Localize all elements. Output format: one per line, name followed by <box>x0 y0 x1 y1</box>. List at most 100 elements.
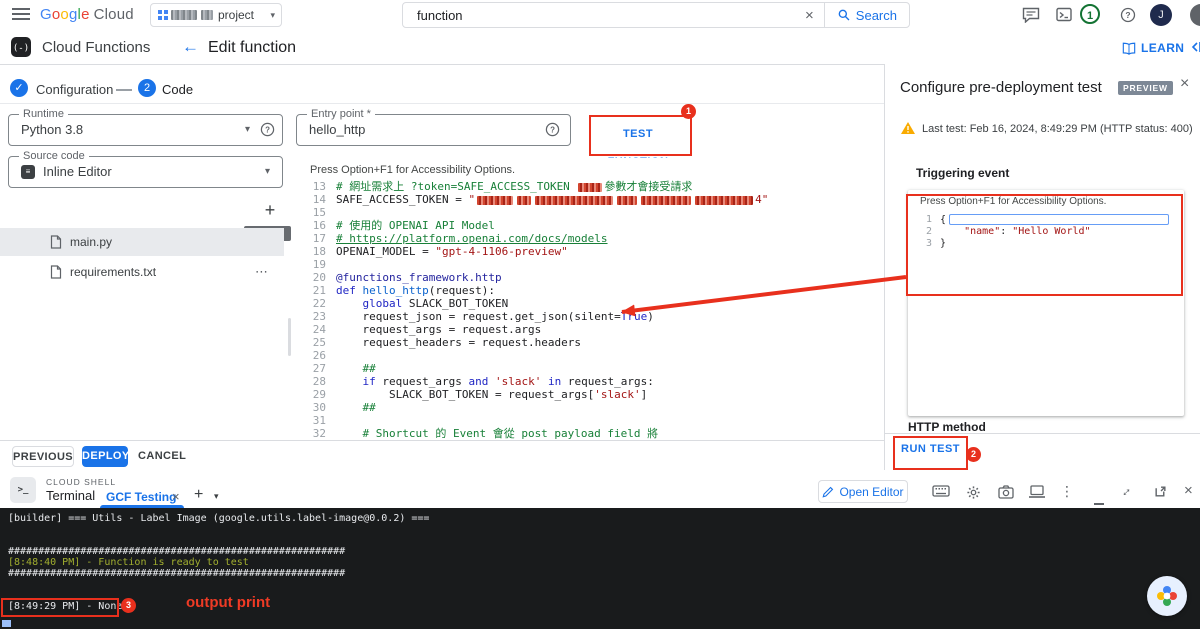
runtime-help-icon[interactable]: ? <box>260 122 275 137</box>
entry-point-help-icon[interactable]: ? <box>545 122 560 137</box>
avatar[interactable]: J <box>1150 4 1172 26</box>
entry-point-value[interactable]: hello_http <box>309 115 365 145</box>
camera-icon[interactable] <box>998 485 1014 499</box>
laptop-icon[interactable] <box>1028 485 1046 498</box>
step2-label[interactable]: Code <box>162 82 193 97</box>
line-number: 20 <box>302 271 326 284</box>
help-icon[interactable]: ? <box>1120 7 1136 23</box>
project-selector[interactable]: project ▾ <box>150 3 282 27</box>
step1-check-icon: ✓ <box>10 79 28 97</box>
editor-cursor-box <box>949 214 1169 225</box>
more-vertical-icon[interactable]: ⋮ <box>1060 483 1074 500</box>
code-line[interactable]: 26 <box>302 349 768 362</box>
file-item-requirements-txt[interactable]: requirements.txt ⋯ <box>0 258 284 286</box>
file-item-main-py[interactable]: main.py <box>0 228 284 256</box>
entry-point-input[interactable]: Entry point * hello_http ? <box>296 114 571 146</box>
panel-collapse-icon[interactable] <box>1190 41 1200 53</box>
code-line[interactable]: 30 ## <box>302 401 768 414</box>
code-line[interactable]: 1{ <box>914 214 1169 226</box>
step1-label[interactable]: Configuration <box>36 82 113 97</box>
code-line[interactable]: 18OPENAI_MODEL = "gpt-4-1106-preview" <box>302 245 768 258</box>
code-line[interactable]: 28 if request_args and 'slack' in reques… <box>302 375 768 388</box>
terminal-line: [8:49:29 PM] - None <box>8 601 1192 612</box>
search-input[interactable]: function <box>417 8 795 23</box>
chevron-down-icon: ▾ <box>270 10 275 21</box>
terminal-output: [builder] === Utils - Label Image (googl… <box>8 513 1192 612</box>
code-line[interactable]: 17# https://platform.openai.com/docs/mod… <box>302 232 768 245</box>
avatar-secondary[interactable] <box>1190 4 1200 26</box>
code-line[interactable]: 20@functions_framework.http <box>302 271 768 284</box>
close-icon[interactable]: × <box>1180 75 1189 93</box>
tab-close-icon[interactable]: × <box>172 489 180 504</box>
chat-icon[interactable] <box>1022 7 1040 23</box>
chevron-down-icon: ▾ <box>265 157 270 187</box>
run-test-button[interactable]: RUN TEST <box>901 443 960 455</box>
product-name[interactable]: Cloud Functions <box>42 39 150 56</box>
code-line[interactable]: 29 SLACK_BOT_TOKEN = request_args['slack… <box>302 388 768 401</box>
cloud-shell-eyebrow: CLOUD SHELL <box>46 477 116 487</box>
code-editor[interactable]: Press Option+F1 for Accessibility Option… <box>296 158 884 440</box>
code-line[interactable]: 22 global SLACK_BOT_TOKEN <box>302 297 768 310</box>
search-bar[interactable]: function × Search <box>402 2 910 28</box>
line-number: 18 <box>302 245 326 258</box>
expand-icon[interactable]: ↕ <box>1124 483 1131 501</box>
tab-menu-icon[interactable]: ▾ <box>214 491 219 502</box>
learn-link[interactable]: LEARN <box>1122 41 1184 55</box>
gear-icon[interactable] <box>966 485 981 500</box>
code-line[interactable]: 15 <box>302 206 768 219</box>
scrollbar-thumb[interactable] <box>288 318 291 356</box>
code-line[interactable]: 21def hello_http(request): <box>302 284 768 297</box>
pencil-icon <box>822 486 834 498</box>
footer-action-bar: PREVIOUS DEPLOY CANCEL <box>0 440 884 470</box>
redacted-code <box>641 196 691 205</box>
deploy-button[interactable]: DEPLOY <box>82 446 128 467</box>
terminal-tab[interactable]: GCF Testing <box>106 490 176 504</box>
redacted-code <box>617 196 637 205</box>
stepper-connector <box>116 89 132 91</box>
code-line[interactable]: 14SAFE_ACCESS_TOKEN = "4" <box>302 193 768 206</box>
clear-search-icon[interactable]: × <box>795 7 824 24</box>
code-line[interactable]: 3} <box>914 238 1169 250</box>
runtime-select[interactable]: Runtime Python 3.8 ▾ ? <box>8 114 283 146</box>
test-function-button[interactable]: TEST FUNCTION <box>596 120 680 148</box>
back-arrow-icon[interactable]: ← <box>182 37 199 57</box>
cloud-logo-word: Cloud <box>94 6 134 23</box>
chevron-down-icon: ▾ <box>245 115 250 145</box>
code-line[interactable]: 31 <box>302 414 768 427</box>
code-line[interactable]: 27 ## <box>302 362 768 375</box>
code-line[interactable]: 25 request_headers = request.headers <box>302 336 768 349</box>
add-tab-button[interactable]: + <box>194 486 203 504</box>
code-line[interactable]: 24 request_args = request.args <box>302 323 768 336</box>
close-icon[interactable]: × <box>1184 482 1193 499</box>
code-lines: 13# 網址需求上 ?token=SAFE_ACCESS_TOKEN 參數才會接… <box>302 180 768 440</box>
assistant-sparkle-button[interactable] <box>1147 576 1187 616</box>
google-cloud-logo[interactable]: GoogleCloud <box>40 6 134 23</box>
code-line[interactable]: 2 "name": "Hello World" <box>914 226 1169 238</box>
search-button[interactable]: Search <box>824 3 909 27</box>
open-in-new-icon[interactable] <box>1154 485 1167 498</box>
accessibility-hint: Press Option+F1 for Accessibility Option… <box>310 164 515 176</box>
line-number: 2 <box>914 226 932 238</box>
terminal[interactable]: [builder] === Utils - Label Image (googl… <box>0 508 1200 629</box>
code-line[interactable]: 13# 網址需求上 ?token=SAFE_ACCESS_TOKEN 參數才會接… <box>302 180 768 193</box>
source-code-select[interactable]: Source code ≡ Inline Editor ▾ <box>8 156 283 188</box>
line-number: 21 <box>302 284 326 297</box>
open-editor-button[interactable]: Open Editor <box>818 480 908 503</box>
code-line[interactable]: 19 <box>302 258 768 271</box>
screen: GoogleCloud project ▾ function × Search … <box>0 0 1200 629</box>
triggering-event-editor[interactable]: Press Option+F1 for Accessibility Option… <box>908 190 1184 416</box>
cancel-button[interactable]: CANCEL <box>138 450 186 462</box>
code-line[interactable]: 16# 使用的 OPENAI API Model <box>302 219 768 232</box>
redacted-code <box>535 196 613 205</box>
keyboard-icon[interactable] <box>932 485 950 497</box>
terminal-line: [builder] === Utils - Label Image (googl… <box>8 513 1192 524</box>
add-file-button[interactable]: + <box>258 198 282 222</box>
cloud-shell-activate-icon[interactable] <box>1056 7 1072 22</box>
hamburger-menu-icon[interactable] <box>12 8 30 22</box>
code-line[interactable]: 23 request_json = request.get_json(silen… <box>302 310 768 323</box>
terminal-line: [8:48:40 PM] - Function is ready to test <box>8 557 1192 568</box>
file-options-icon[interactable]: ⋯ <box>255 264 268 280</box>
previous-button[interactable]: PREVIOUS <box>12 446 74 467</box>
code-line[interactable]: 32 # Shortcut 的 Event 會從 post payload fi… <box>302 427 768 440</box>
free-trial-badge[interactable]: 1 <box>1080 4 1100 24</box>
